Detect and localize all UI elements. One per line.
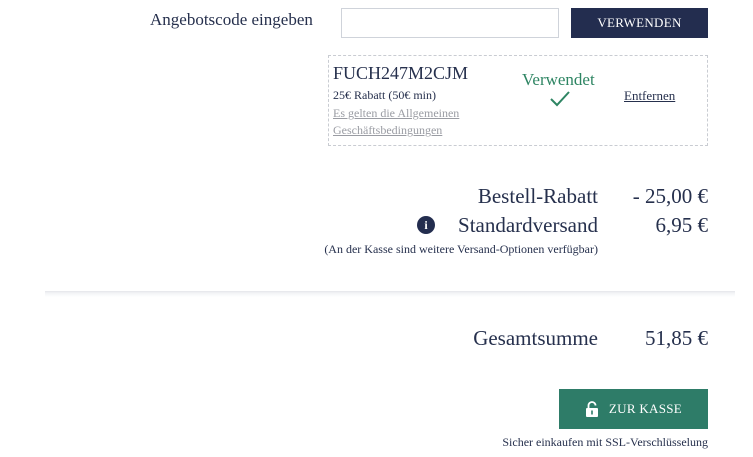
summary-divider	[45, 291, 735, 297]
coupon-terms-link[interactable]: Es gelten die Allgemeinen Geschäftsbedin…	[333, 105, 493, 139]
info-icon[interactable]: i	[417, 216, 435, 234]
shipping-value: 6,95 €	[655, 213, 709, 237]
check-icon	[550, 91, 570, 107]
shipping-label: Standardversand	[458, 213, 598, 237]
order-discount-label: Bestell-Rabatt	[477, 184, 598, 208]
lock-icon	[585, 400, 598, 417]
order-discount-value: - 25,00 €	[632, 184, 708, 208]
coupon-terms-line-1[interactable]: Es gelten die Allgemeinen	[333, 105, 493, 122]
total-label: Gesamtsumme	[473, 326, 598, 350]
apply-coupon-button[interactable]: VERWENDEN	[571, 8, 708, 38]
checkout-button-label: ZUR KASSE	[608, 401, 683, 416]
shipping-options-note: (An der Kasse sind weitere Versand-Optio…	[324, 242, 598, 256]
checkout-button[interactable]: ZUR KASSE	[559, 389, 708, 429]
ssl-security-note: Sicher einkaufen mit SSL-Verschlüsselung	[502, 435, 708, 449]
coupon-terms-line-2[interactable]: Geschäftsbedingungen	[333, 122, 493, 139]
applied-coupon-code: FUCH247M2CJM	[333, 63, 469, 83]
coupon-used-status: Verwendet	[522, 70, 595, 89]
remove-coupon-link[interactable]: Entfernen	[624, 88, 675, 104]
applied-coupon-description: 25€ Rabatt (50€ min)	[333, 88, 436, 102]
coupon-code-input[interactable]	[341, 8, 559, 38]
coupon-code-label: Angebotscode eingeben	[150, 10, 313, 29]
total-value: 51,85 €	[645, 326, 708, 350]
